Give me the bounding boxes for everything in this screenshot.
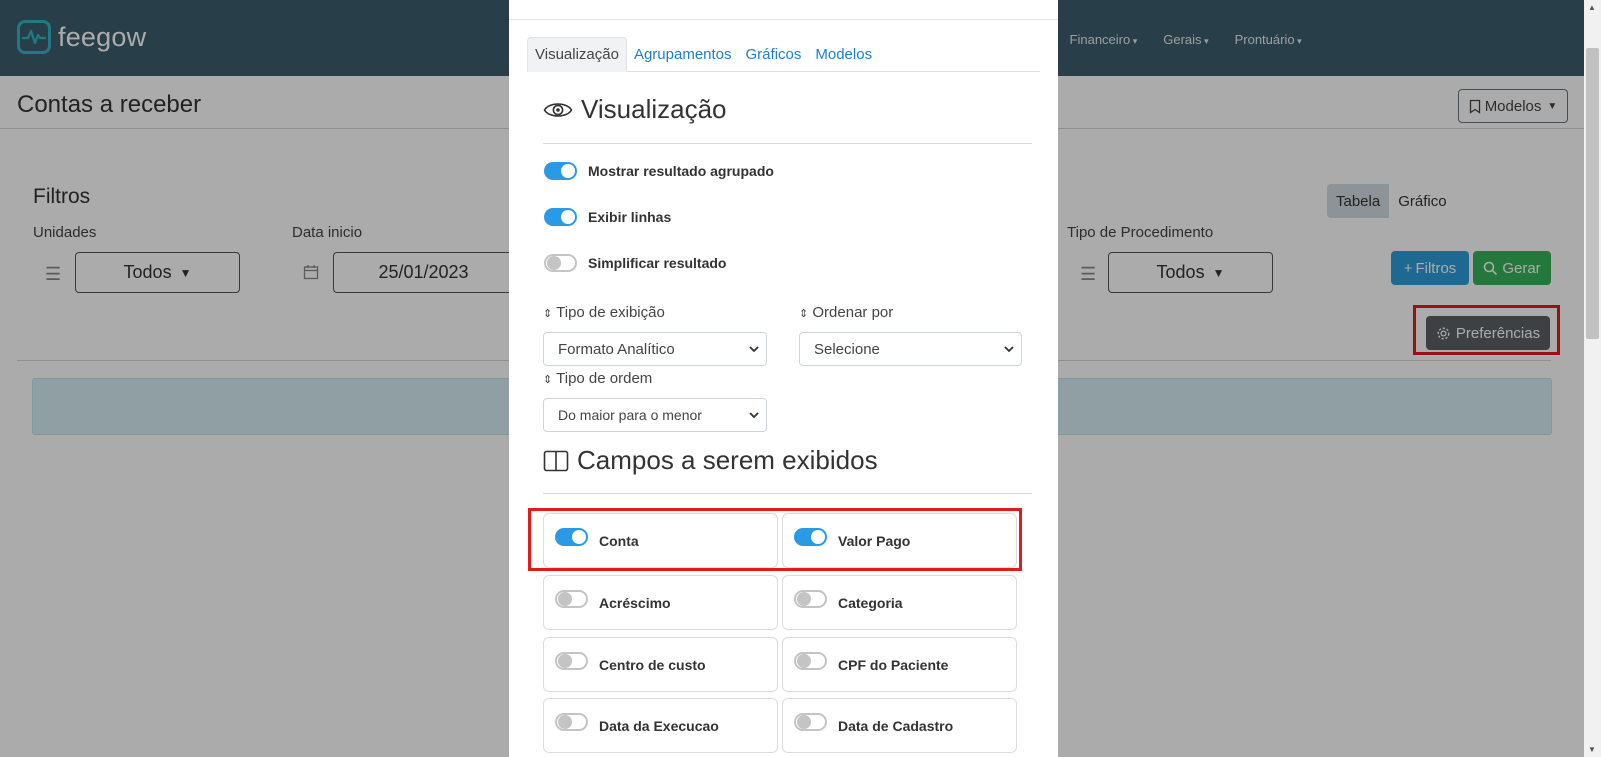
toggle-switch[interactable] bbox=[544, 254, 577, 272]
tab-modelos[interactable]: Modelos bbox=[808, 37, 879, 72]
chevron-down-icon bbox=[749, 412, 759, 419]
toggle-switch[interactable] bbox=[794, 651, 827, 670]
field-card-cpf-do-paciente[interactable]: CPF do Paciente bbox=[782, 637, 1017, 692]
chevron-down-icon bbox=[1004, 346, 1014, 353]
toggle-switch[interactable] bbox=[555, 651, 588, 670]
modal-tabs: Visualização Agrupamentos Gráficos Model… bbox=[527, 37, 1040, 72]
tipo-ordem-label: ⇕ Tipo de ordem bbox=[543, 370, 652, 387]
tipo-exibicao-label: ⇕ Tipo de exibição bbox=[543, 304, 665, 321]
field-label: Data de Cadastro bbox=[838, 717, 954, 734]
field-card-categoria[interactable]: Categoria bbox=[782, 575, 1017, 630]
tipo-ordem-select[interactable]: Do maior para o menor bbox=[543, 398, 767, 432]
switch-exibir-linhas[interactable]: Exibir linhas bbox=[544, 208, 671, 226]
switch-label: Exibir linhas bbox=[588, 209, 672, 225]
page-scrollbar[interactable]: ▲ ▼ bbox=[1584, 0, 1601, 757]
scroll-down-icon[interactable]: ▼ bbox=[1588, 745, 1596, 754]
switch-label: Simplificar resultado bbox=[588, 255, 727, 271]
tab-graficos[interactable]: Gráficos bbox=[739, 37, 809, 72]
campos-heading-text: Campos a serem exibidos bbox=[577, 445, 878, 475]
preferences-modal: Visualização Agrupamentos Gráficos Model… bbox=[509, 0, 1058, 757]
tab-visualizacao[interactable]: Visualização bbox=[527, 37, 627, 72]
field-label: Categoria bbox=[838, 594, 903, 611]
campos-heading: Campos a serem exibidos bbox=[543, 445, 878, 476]
switch-mostrar-resultado-agrupado[interactable]: Mostrar resultado agrupado bbox=[544, 162, 774, 180]
field-card-data-da-execucao[interactable]: Data da Execucao bbox=[543, 698, 778, 753]
section-divider bbox=[543, 143, 1032, 144]
modal-header-divider bbox=[509, 19, 1058, 20]
field-label: CPF do Paciente bbox=[838, 656, 949, 673]
section-divider bbox=[543, 493, 1032, 494]
tipo-exibicao-value: Formato Analítico bbox=[558, 340, 675, 358]
toggle-switch[interactable] bbox=[794, 589, 827, 608]
sort-icon: ⇕ bbox=[543, 308, 553, 320]
fields-highlight bbox=[528, 508, 1022, 571]
eye-icon bbox=[543, 102, 573, 117]
toggle-switch[interactable] bbox=[544, 208, 577, 226]
visualizacao-heading-text: Visualização bbox=[581, 94, 727, 124]
tipo-exibicao-select[interactable]: Formato Analítico bbox=[543, 332, 767, 366]
scroll-up-icon[interactable]: ▲ bbox=[1588, 3, 1596, 12]
field-label: Data da Execucao bbox=[599, 717, 719, 734]
scrollbar-thumb[interactable] bbox=[1586, 48, 1599, 339]
field-card-data-de-cadastro[interactable]: Data de Cadastro bbox=[782, 698, 1017, 753]
visualizacao-heading: Visualização bbox=[543, 94, 727, 125]
ordenar-por-value: Selecione bbox=[814, 340, 880, 358]
columns-icon bbox=[543, 450, 569, 471]
toggle-switch[interactable] bbox=[794, 712, 827, 731]
field-label: Centro de custo bbox=[599, 656, 706, 673]
ordenar-por-select[interactable]: Selecione bbox=[799, 332, 1022, 366]
toggle-switch[interactable] bbox=[544, 162, 577, 180]
sort-icon: ⇕ bbox=[799, 308, 809, 320]
sort-icon: ⇕ bbox=[543, 374, 553, 386]
tipo-ordem-label-text: Tipo de ordem bbox=[556, 370, 653, 387]
toggle-switch[interactable] bbox=[555, 589, 588, 608]
tab-agrupamentos[interactable]: Agrupamentos bbox=[627, 37, 739, 72]
tipo-ordem-value: Do maior para o menor bbox=[558, 407, 702, 423]
ordenar-por-label: ⇕ Ordenar por bbox=[799, 304, 893, 321]
chevron-down-icon bbox=[749, 346, 759, 353]
tipo-exibicao-label-text: Tipo de exibição bbox=[556, 304, 665, 321]
switch-simplificar-resultado[interactable]: Simplificar resultado bbox=[544, 254, 726, 272]
field-card-centro-de-custo[interactable]: Centro de custo bbox=[543, 637, 778, 692]
switch-label: Mostrar resultado agrupado bbox=[588, 163, 774, 179]
toggle-switch[interactable] bbox=[555, 712, 588, 731]
ordenar-por-label-text: Ordenar por bbox=[812, 304, 894, 321]
field-card-acrescimo[interactable]: Acréscimo bbox=[543, 575, 778, 630]
field-label: Acréscimo bbox=[599, 594, 671, 611]
